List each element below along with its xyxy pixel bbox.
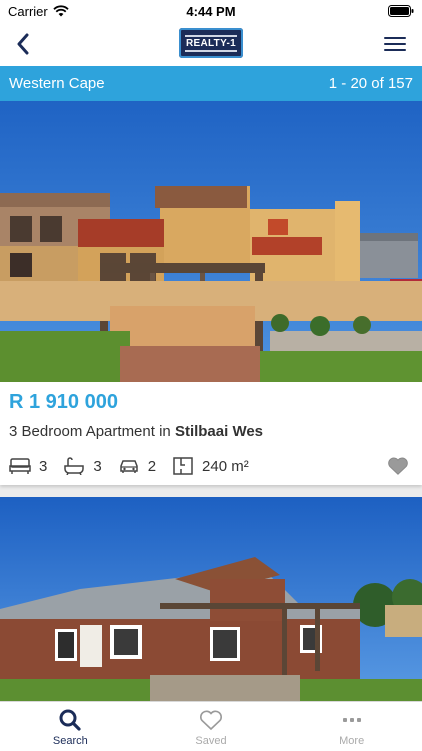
results-header: Western Cape 1 - 20 of 157: [0, 66, 422, 101]
listing-title: 3 Bedroom Apartment in Stilbaai Wes: [9, 423, 264, 440]
more-icon: [342, 718, 361, 722]
wifi-icon: [53, 5, 69, 17]
tab-label: More: [339, 735, 365, 747]
listing-price: R 1 910 000: [9, 391, 118, 413]
bath-icon: [64, 457, 85, 475]
bed-icon: [9, 458, 31, 474]
bedrooms-feature: 3: [9, 457, 47, 475]
search-icon: [59, 709, 81, 731]
listing-photo[interactable]: [0, 497, 422, 701]
menu-button[interactable]: [384, 34, 406, 54]
heart-icon: [200, 710, 222, 731]
tab-label: Saved: [195, 735, 227, 747]
tab-saved[interactable]: Saved: [141, 702, 282, 751]
status-bar: Carrier 4:44 PM: [0, 0, 422, 22]
tab-label: Search: [52, 735, 88, 747]
realty1-logo: REALTY-1: [179, 28, 243, 58]
hamburger-icon-line: [384, 37, 406, 39]
carrier-label: Carrier: [8, 3, 48, 19]
tab-search[interactable]: Search: [0, 702, 141, 751]
tab-more[interactable]: More: [281, 702, 422, 751]
listing-features: 3 3 2 240 m²: [9, 456, 265, 476]
hamburger-icon-line: [384, 43, 406, 45]
chevron-left-icon: [17, 33, 29, 55]
floor-plan-icon: [173, 457, 193, 475]
logo-text: REALTY-1: [186, 37, 236, 49]
battery-icon: [388, 5, 414, 17]
back-button[interactable]: [10, 30, 36, 58]
hamburger-icon-line: [384, 49, 406, 51]
nav-bar: REALTY-1: [0, 22, 422, 66]
tab-bar: Search Saved More: [0, 701, 422, 751]
car-icon: [119, 460, 138, 473]
bathrooms-feature: 3: [63, 457, 102, 475]
listing-photo[interactable]: [0, 101, 422, 382]
listing-location: Stilbaai Wes: [174, 423, 264, 440]
listing-card[interactable]: R 1 910 000 3 Bedroom Apartment in Stilb…: [0, 101, 422, 485]
save-heart-icon[interactable]: [387, 455, 409, 477]
listing-card[interactable]: [0, 497, 422, 701]
region-label: Western Cape: [9, 75, 105, 92]
floor-size-feature: 240 m²: [172, 456, 249, 476]
result-count: 1 - 20 of 157: [328, 75, 413, 92]
garages-feature: 2: [118, 457, 156, 475]
